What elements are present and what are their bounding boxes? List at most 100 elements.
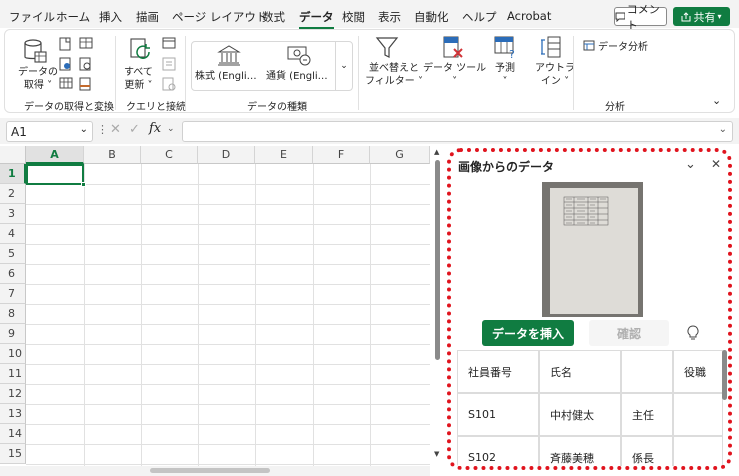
scroll-thumb[interactable] — [435, 160, 440, 360]
comment-label: コメント — [626, 2, 660, 32]
row-header-13[interactable]: 13 — [0, 404, 26, 424]
forecast-button[interactable]: 予測 ˅ — [495, 62, 515, 88]
row-header-6[interactable]: 6 — [0, 264, 26, 284]
column-header-b[interactable]: B — [84, 146, 141, 164]
data-tools-button[interactable]: データ ツール ˅ — [423, 62, 486, 88]
tab-draw[interactable]: 描画 — [136, 9, 159, 25]
enter-icon[interactable]: ✓ — [129, 122, 140, 137]
pane-options-icon[interactable]: ⌄ — [685, 157, 696, 172]
column-header-e[interactable]: E — [255, 146, 313, 164]
tab-home[interactable]: ホーム — [56, 9, 90, 25]
scroll-up-icon[interactable]: ▲ — [434, 148, 439, 156]
data-tools-label: データ ツール — [423, 63, 487, 74]
formula-input[interactable]: ⌄ — [182, 121, 733, 142]
tab-formulas[interactable]: 数式 — [262, 9, 285, 25]
table-cell[interactable]: 係長 — [621, 436, 673, 466]
table-cell[interactable]: S102 — [457, 436, 539, 466]
currencies-button[interactable]: 通貨 (Engli… — [266, 70, 328, 83]
table-cell[interactable] — [673, 393, 723, 436]
table-cell[interactable] — [673, 436, 723, 466]
active-cell-a1[interactable] — [26, 164, 84, 185]
outline-label-2: イン ˅ — [540, 76, 570, 87]
group-data-types: データの種類 — [247, 102, 307, 113]
table-cell[interactable]: 役職 — [673, 350, 723, 393]
forecast-label: 予測 — [495, 63, 515, 74]
row-header-9[interactable]: 9 — [0, 324, 26, 344]
refresh-icon — [130, 38, 150, 59]
column-header-a[interactable]: A — [26, 146, 84, 164]
row-header-2[interactable]: 2 — [0, 184, 26, 204]
name-box-value: A1 — [11, 125, 27, 139]
refresh-all-button[interactable]: すべて 更新 ˅ — [124, 66, 153, 92]
column-header-c[interactable]: C — [141, 146, 198, 164]
scroll-down-icon[interactable]: ▼ — [434, 450, 439, 458]
row-header-8[interactable]: 8 — [0, 304, 26, 324]
gallery-more-button[interactable]: ⌄ — [335, 42, 352, 90]
table-cell[interactable] — [621, 350, 673, 393]
outline-button[interactable]: アウトラ イン ˅ — [535, 62, 575, 88]
sort-filter-button[interactable]: 並べ替えと フィルター ˅ — [365, 62, 423, 88]
row-header-4[interactable]: 4 — [0, 224, 26, 244]
vertical-scrollbar[interactable]: ▲ ▼ — [432, 146, 444, 464]
row-header-14[interactable]: 14 — [0, 424, 26, 444]
data-analysis-icon — [583, 40, 595, 51]
row-header-1[interactable]: 1 — [0, 164, 26, 184]
select-all-corner[interactable] — [0, 146, 26, 164]
insert-function-icon[interactable]: fx — [149, 121, 161, 136]
worksheet-grid[interactable]: A B C D E F G 1 2 3 4 5 6 7 8 9 10 11 12… — [0, 146, 430, 476]
get-data-small-icons[interactable] — [58, 36, 96, 94]
tab-acrobat[interactable]: Acrobat — [507, 9, 551, 23]
row-header-11[interactable]: 11 — [0, 364, 26, 384]
review-button[interactable]: 確認 — [589, 320, 669, 346]
divider — [115, 36, 116, 110]
column-header-g[interactable]: G — [370, 146, 430, 164]
row-header-5[interactable]: 5 — [0, 244, 26, 264]
get-data-button[interactable]: データの 取得 ˅ — [18, 66, 58, 92]
tab-review[interactable]: 校閲 — [342, 9, 365, 25]
more-options-icon[interactable]: ⋮ — [97, 123, 108, 136]
comment-button[interactable]: コメント — [614, 3, 667, 32]
table-cell[interactable]: 中村健太 — [539, 393, 621, 436]
horizontal-scrollbar[interactable] — [150, 468, 270, 473]
gridline — [198, 164, 199, 476]
chevron-down-icon: ˅ — [452, 76, 458, 87]
group-get-transform: データの取得と変換 — [24, 102, 114, 113]
fill-handle[interactable] — [81, 182, 86, 187]
share-button[interactable]: 共有 ▾ — [673, 7, 730, 26]
row-header-10[interactable]: 10 — [0, 344, 26, 364]
stocks-button[interactable]: 株式 (Engli… — [195, 70, 257, 83]
close-icon[interactable]: ✕ — [711, 157, 721, 171]
data-analysis-button[interactable]: データ分析 — [583, 38, 648, 53]
data-from-picture-pane: 画像からのデータ ⌄ ✕ データを挿入 確認 社員番号 氏名 役職 S101 中… — [447, 148, 732, 470]
tab-automate[interactable]: 自動化 — [414, 9, 449, 25]
table-cell[interactable]: 氏名 — [539, 350, 621, 393]
expand-formula-icon[interactable]: ⌄ — [719, 124, 727, 135]
tab-insert[interactable]: 挿入 — [99, 9, 122, 25]
name-box[interactable]: A1 ⌄ — [6, 121, 93, 142]
query-small-icons[interactable] — [161, 36, 177, 94]
tab-help[interactable]: ヘルプ — [462, 9, 497, 25]
pane-title: 画像からのデータ — [458, 160, 555, 174]
pane-scrollbar[interactable] — [722, 350, 727, 400]
collapse-ribbon-icon[interactable]: ⌄ — [712, 94, 721, 107]
row-header-3[interactable]: 3 — [0, 204, 26, 224]
table-cell[interactable]: 主任 — [621, 393, 673, 436]
cancel-icon[interactable]: ✕ — [110, 122, 121, 137]
column-header-f[interactable]: F — [313, 146, 370, 164]
column-header-d[interactable]: D — [198, 146, 255, 164]
table-cell[interactable]: S101 — [457, 393, 539, 436]
tab-view[interactable]: 表示 — [378, 9, 401, 25]
tab-page-layout[interactable]: ページ レイアウト — [172, 9, 267, 25]
row-header-15[interactable]: 15 — [0, 444, 26, 464]
row-header-12[interactable]: 12 — [0, 384, 26, 404]
insert-data-button[interactable]: データを挿入 — [482, 320, 574, 346]
row-header-7[interactable]: 7 — [0, 284, 26, 304]
chevron-down-icon: ⌄ — [167, 124, 175, 134]
tab-data[interactable]: データ — [299, 9, 334, 29]
chevron-down-icon: ⌄ — [340, 61, 348, 71]
divider — [185, 36, 186, 110]
lightbulb-icon[interactable] — [687, 325, 699, 341]
table-cell[interactable]: 斉藤美穂 — [539, 436, 621, 466]
table-cell[interactable]: 社員番号 — [457, 350, 539, 393]
tab-file[interactable]: ファイル — [9, 9, 55, 25]
